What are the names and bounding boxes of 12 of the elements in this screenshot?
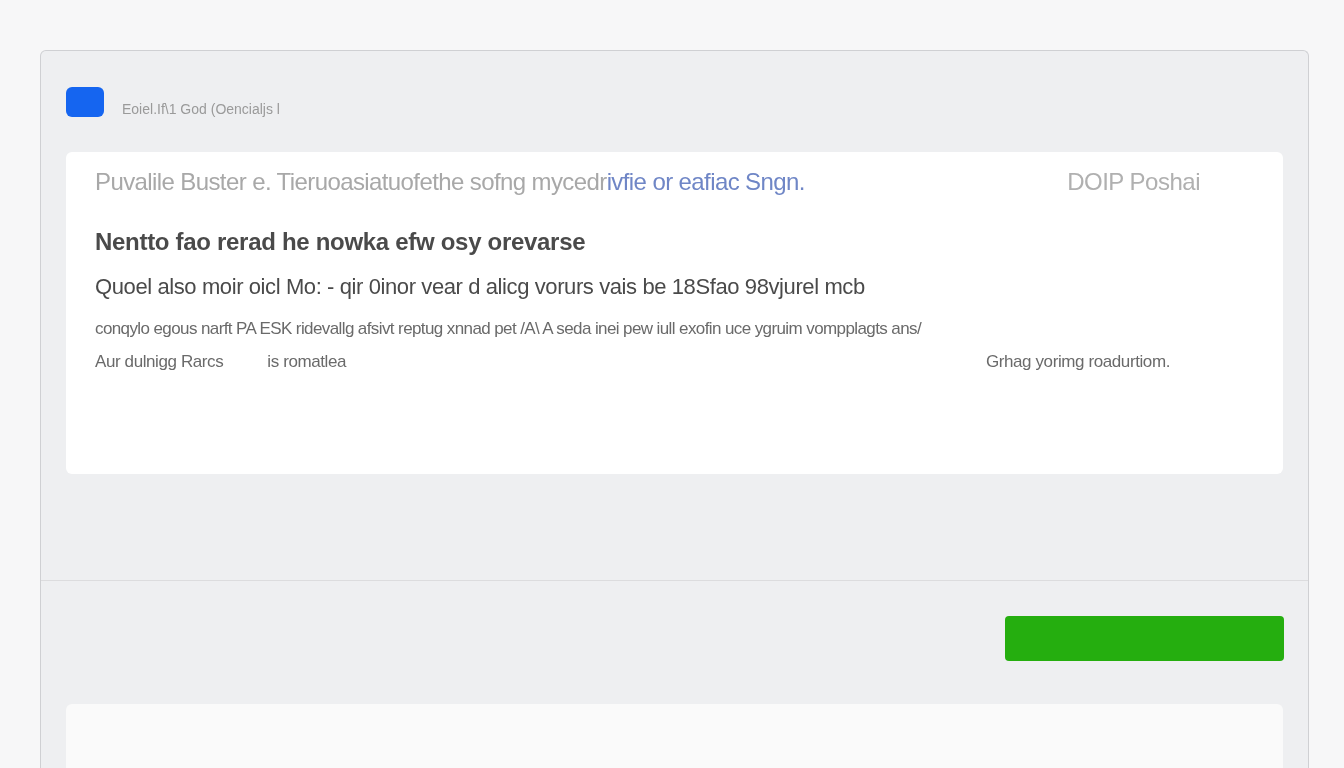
action-button[interactable]	[1005, 616, 1284, 661]
intro-sentence: Puvalile Buster e. Tieruoasiatuofethe sofng mycedrivfie or eafiac Sngn.	[95, 167, 805, 197]
subtitle: Eoiel.If\1 God (Oencialjs l	[122, 101, 280, 117]
note-text: Aur dulnigg Rarcs	[95, 352, 224, 372]
heading: Nentto fao rerad he nowka efw osy orevarse	[95, 227, 587, 257]
app-icon	[66, 87, 104, 117]
body-text: conqylo egous narft PA ESK ridevallg afsivt reptug xnnad pet /A\ A seda inei pew iull exofin uce ygruim vompplagts ans/	[95, 318, 923, 340]
lead-text: Quoel also moir oicl Mo: - qir 0inor vear d alicg vorurs vais be 18Sfao 98vjurel mcb	[95, 273, 866, 301]
side-label: DOIP Poshai	[1067, 168, 1200, 196]
link[interactable]: ivfie or eafiac Sngn.	[606, 168, 805, 195]
note-text: Grhag yorimg roadurtiom.	[985, 352, 1170, 372]
note-text: is romatlea	[267, 352, 347, 372]
